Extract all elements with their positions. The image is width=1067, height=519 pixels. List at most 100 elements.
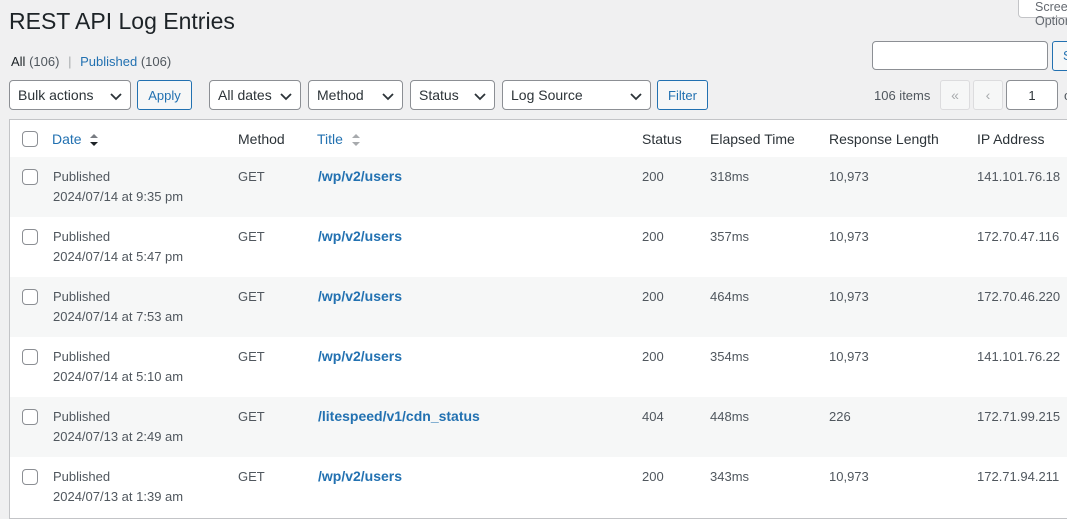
row-length: 10,973 <box>829 169 869 184</box>
table-row: Published 2024/07/13 at 2:49 am GET/litesp… <box>10 397 1067 457</box>
table-row: Published 2024/07/14 at 5:10 am GET/wp/v2/… <box>10 337 1067 397</box>
row-elapsed: 343ms <box>710 469 750 484</box>
column-date-label: Date <box>52 131 82 147</box>
sort-icon <box>351 134 360 147</box>
row-status-code: 200 <box>642 229 664 244</box>
row-elapsed: 354ms <box>710 349 750 364</box>
row-ip: 172.71.99.215 <box>977 409 1061 424</box>
chevron-down-icon <box>382 93 394 101</box>
dates-select[interactable]: All dates <box>209 80 301 110</box>
row-status-code: 200 <box>642 469 664 484</box>
column-method: Method <box>238 131 285 147</box>
row-date: 2024/07/13 at 1:39 am <box>53 489 184 504</box>
column-ip: IP Address <box>977 131 1045 147</box>
row-length: 10,973 <box>829 229 869 244</box>
screen-options-button[interactable]: Screen Options <box>1018 0 1067 28</box>
row-elapsed: 448ms <box>710 409 750 424</box>
row-status-code: 200 <box>642 169 664 184</box>
status-label: Status <box>419 87 459 103</box>
row-title-link[interactable]: /wp/v2/users <box>318 228 402 244</box>
row-checkbox[interactable] <box>22 229 38 245</box>
row-status-label: Published <box>53 409 111 424</box>
row-status-label: Published <box>53 289 111 304</box>
row-checkbox[interactable] <box>22 289 38 305</box>
filter-button[interactable]: Filter <box>657 80 708 110</box>
search-input[interactable] <box>872 41 1048 70</box>
row-method: GET <box>238 469 265 484</box>
row-status-label: Published <box>53 169 111 184</box>
row-status-label: Published <box>53 469 111 484</box>
column-date[interactable]: Date <box>52 131 99 147</box>
row-status-code: 404 <box>642 409 664 424</box>
row-method: GET <box>238 289 265 304</box>
first-page-button[interactable]: « <box>940 80 970 110</box>
row-length: 10,973 <box>829 349 869 364</box>
log-source-label: Log Source <box>511 87 583 103</box>
row-method: GET <box>238 409 265 424</box>
row-ip: 141.101.76.18 <box>977 169 1061 184</box>
status-views: All (106) | Published (106) <box>11 54 171 69</box>
chevron-down-icon <box>630 93 642 101</box>
items-count: 106 items <box>874 88 931 103</box>
column-title-label: Title <box>317 131 343 147</box>
row-method: GET <box>238 229 265 244</box>
row-date: 2024/07/14 at 9:35 pm <box>53 189 184 204</box>
column-elapsed: Elapsed Time <box>710 131 795 147</box>
row-date: 2024/07/14 at 5:47 pm <box>53 249 184 264</box>
bulk-actions-label: Bulk actions <box>18 87 94 103</box>
page-title: REST API Log Entries <box>9 8 235 34</box>
current-page-input[interactable]: 1 <box>1006 80 1058 110</box>
search-button[interactable]: Search <box>1052 41 1067 71</box>
row-title-link[interactable]: /wp/v2/users <box>318 288 402 304</box>
row-title-link[interactable]: /wp/v2/users <box>318 468 402 484</box>
dates-label: All dates <box>218 87 272 103</box>
row-length: 10,973 <box>829 289 869 304</box>
column-title[interactable]: Title <box>317 131 361 147</box>
row-title-link[interactable]: /wp/v2/users <box>318 168 402 184</box>
row-method: GET <box>238 169 265 184</box>
row-checkbox[interactable] <box>22 169 38 185</box>
chevron-down-icon <box>110 93 122 101</box>
status-select[interactable]: Status <box>410 80 495 110</box>
row-length: 226 <box>829 409 851 424</box>
chevron-down-icon <box>474 93 486 101</box>
row-title-link[interactable]: /wp/v2/users <box>318 348 402 364</box>
row-ip: 172.70.47.116 <box>977 229 1060 244</box>
row-ip: 172.71.94.211 <box>977 469 1060 484</box>
row-status-label: Published <box>53 349 111 364</box>
table-row: Published 2024/07/14 at 7:53 am GET/wp/v2/… <box>10 277 1067 337</box>
row-checkbox[interactable] <box>22 469 38 485</box>
row-elapsed: 318ms <box>710 169 750 184</box>
row-date: 2024/07/14 at 7:53 am <box>53 309 184 324</box>
row-ip: 141.101.76.22 <box>977 349 1061 364</box>
row-method: GET <box>238 349 265 364</box>
row-checkbox[interactable] <box>22 409 38 425</box>
column-length: Response Length <box>829 131 939 147</box>
view-published[interactable]: Published (106) <box>80 54 171 69</box>
row-status-code: 200 <box>642 349 664 364</box>
row-date: 2024/07/14 at 5:10 am <box>53 369 184 384</box>
log-source-select[interactable]: Log Source <box>502 80 651 110</box>
row-elapsed: 464ms <box>710 289 750 304</box>
chevron-down-icon <box>280 93 292 101</box>
view-separator: | <box>68 54 72 69</box>
method-select[interactable]: Method <box>308 80 403 110</box>
row-title-link[interactable]: /litespeed/v1/cdn_status <box>318 408 480 424</box>
apply-button[interactable]: Apply <box>137 80 192 110</box>
table-row: Published 2024/07/14 at 9:35 pm GET/wp/v2/… <box>10 157 1067 217</box>
row-checkbox[interactable] <box>22 349 38 365</box>
column-status: Status <box>642 131 682 147</box>
log-entries-table: Date Method Title Status Elapsed Time Re… <box>9 119 1067 519</box>
view-all[interactable]: All (106) <box>11 54 59 69</box>
table-row: Published 2024/07/14 at 5:47 pm GET/wp/v2/… <box>10 217 1067 277</box>
table-row: Published 2024/07/13 at 1:39 am GET/wp/v2/… <box>10 457 1067 517</box>
row-ip: 172.70.46.220 <box>977 289 1061 304</box>
row-length: 10,973 <box>829 469 869 484</box>
select-all-checkbox[interactable] <box>22 131 38 147</box>
row-status-code: 200 <box>642 289 664 304</box>
method-label: Method <box>317 87 364 103</box>
prev-page-button[interactable]: ‹ <box>973 80 1003 110</box>
row-date: 2024/07/13 at 2:49 am <box>53 429 184 444</box>
bulk-actions-select[interactable]: Bulk actions <box>9 80 131 110</box>
row-elapsed: 357ms <box>710 229 750 244</box>
